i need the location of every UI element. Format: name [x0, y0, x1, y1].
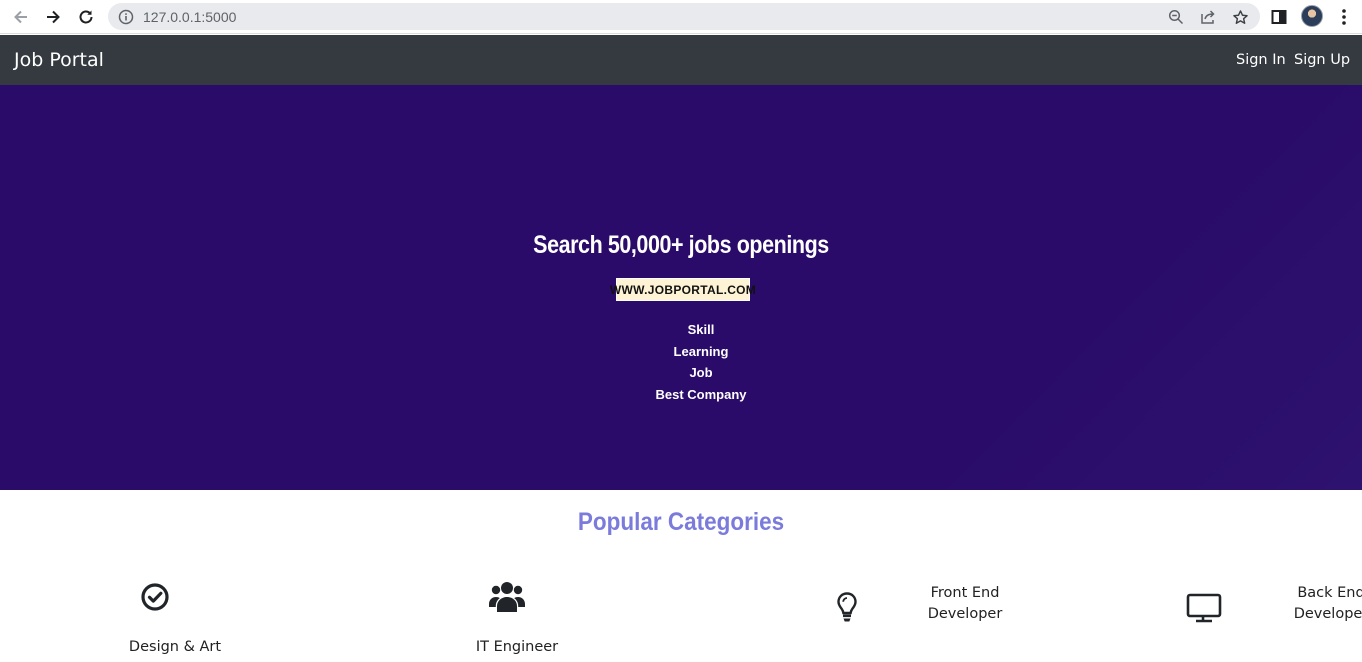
- hero-section: Search 50,000+ jobs openings WWW.JOBPORT…: [0, 85, 1362, 490]
- sidepanel-icon[interactable]: [1267, 5, 1291, 29]
- category-label-line-1: Front End: [930, 585, 1000, 601]
- category-label: Design & Art: [128, 639, 222, 655]
- hero-title: Search 50,000+ jobs openings: [533, 231, 829, 259]
- website-badge: WWW.JOBPORTAL.COM: [610, 278, 756, 301]
- star-icon[interactable]: [1231, 8, 1249, 26]
- browser-toolbar: 127.0.0.1:5000: [0, 0, 1362, 34]
- users-icon: [488, 578, 526, 614]
- lightbulb-icon: [833, 591, 861, 623]
- sign-up-link[interactable]: Sign Up: [1294, 52, 1350, 68]
- category-label: Back End Developer: [1281, 583, 1362, 625]
- monitor-icon: [1185, 592, 1223, 624]
- category-label: IT Engineer: [475, 639, 559, 655]
- hero-item-job: Job: [689, 365, 713, 380]
- hero-item-learning: Learning: [673, 343, 729, 359]
- category-label-line-1: Back End: [1297, 585, 1362, 601]
- forward-icon[interactable]: [41, 5, 65, 29]
- category-label-line-2: Developer: [927, 606, 1003, 622]
- category-label: Front End Developer: [890, 583, 1040, 625]
- hero-feature-list: Skill Learning Job Best Company: [601, 319, 801, 405]
- url-text: 127.0.0.1:5000: [143, 9, 237, 25]
- share-icon[interactable]: [1199, 8, 1217, 26]
- address-bar[interactable]: 127.0.0.1:5000: [108, 3, 1260, 30]
- categories-title: Popular Categories: [577, 508, 785, 536]
- category-label-line-2: Developer: [1293, 606, 1362, 622]
- reload-icon[interactable]: [74, 5, 98, 29]
- site-navbar: Job Portal Sign In Sign Up: [0, 35, 1362, 85]
- menu-dots-icon[interactable]: [1332, 5, 1356, 29]
- zoom-icon[interactable]: [1167, 8, 1185, 26]
- hero-item-best-company: Best Company: [655, 386, 747, 402]
- brand-logo[interactable]: Job Portal: [14, 49, 104, 71]
- avatar[interactable]: [1301, 5, 1323, 27]
- info-icon[interactable]: [117, 8, 135, 26]
- hero-item-skill: Skill: [687, 322, 715, 337]
- back-icon[interactable]: [9, 5, 33, 29]
- sign-in-link[interactable]: Sign In: [1236, 52, 1286, 68]
- check-circle-icon: [139, 581, 171, 613]
